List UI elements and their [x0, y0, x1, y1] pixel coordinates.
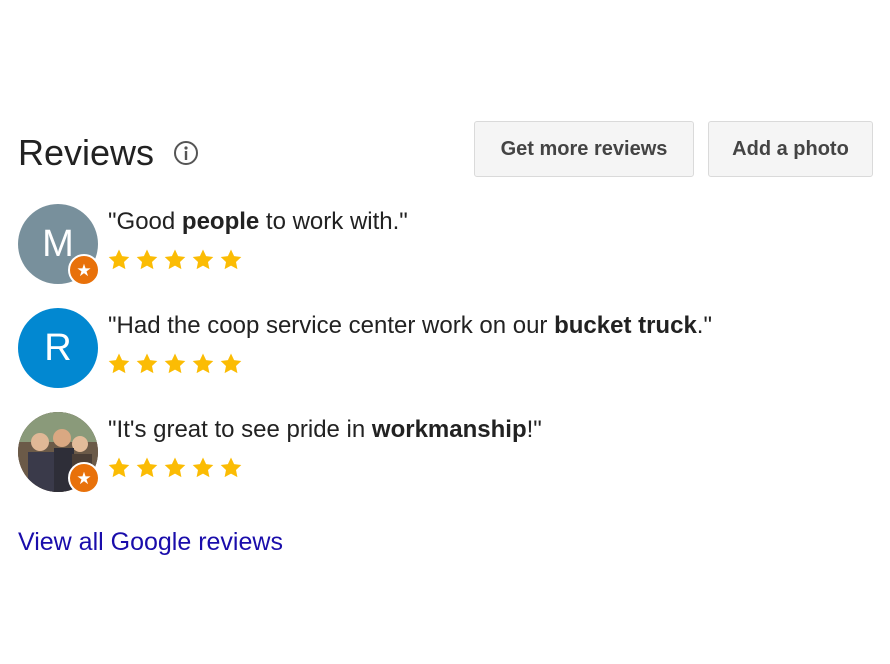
- quote-text: !": [526, 416, 542, 443]
- star-icon: [108, 353, 130, 374]
- star-icon: [164, 353, 186, 374]
- quote-text: .": [696, 312, 712, 339]
- star-icon: [164, 457, 186, 478]
- reviews-title: Reviews: [18, 132, 155, 173]
- reviews-panel: Reviews Get more reviews Add a photo M ★…: [18, 118, 876, 556]
- get-more-reviews-button[interactable]: Get more reviews: [474, 121, 694, 177]
- star-icon: [108, 249, 130, 270]
- quote-text: "Had the coop service center work on our: [108, 312, 555, 339]
- review-quote: "Good people to work with.": [108, 208, 408, 236]
- local-guide-badge-icon: ★: [68, 462, 100, 494]
- review-quote: "It's great to see pride in workmanship!…: [108, 416, 542, 444]
- star-icon: [192, 457, 214, 478]
- star-icon: [136, 249, 158, 270]
- quote-text: to work with.": [259, 208, 408, 235]
- quote-highlight: people: [181, 208, 260, 235]
- avatar: R: [18, 308, 98, 388]
- quote-highlight: bucket truck: [554, 312, 697, 339]
- star-icon: [164, 249, 186, 270]
- info-icon[interactable]: [173, 140, 199, 166]
- star-rating: [107, 352, 243, 376]
- avatar-letter: R: [44, 326, 72, 369]
- star-icon: [220, 249, 242, 270]
- view-all-reviews-link[interactable]: View all Google reviews: [18, 528, 283, 557]
- review-quote: "Had the coop service center work on our…: [108, 312, 712, 340]
- star-rating: [107, 248, 243, 272]
- star-icon: [136, 457, 158, 478]
- star-icon: [108, 457, 130, 478]
- local-guide-badge-icon: ★: [68, 254, 100, 286]
- star-rating: [107, 456, 243, 480]
- quote-highlight: workmanship: [371, 416, 527, 443]
- add-photo-button[interactable]: Add a photo: [708, 121, 873, 177]
- star-icon: [220, 353, 242, 374]
- star-icon: [136, 353, 158, 374]
- review-item[interactable]: M ★ "Good people to work with.": [18, 204, 876, 308]
- quote-text: "It's great to see pride in: [108, 416, 372, 443]
- review-item[interactable]: ★ "It's great to see pride in workmanshi…: [18, 412, 876, 516]
- star-icon: [192, 353, 214, 374]
- reviews-header: Reviews Get more reviews Add a photo: [18, 118, 876, 182]
- quote-text: "Good: [108, 208, 182, 235]
- star-icon: [192, 249, 214, 270]
- avatar-letter: M: [42, 222, 74, 265]
- star-icon: [220, 457, 242, 478]
- review-item[interactable]: R "Had the coop service center work on o…: [18, 308, 876, 412]
